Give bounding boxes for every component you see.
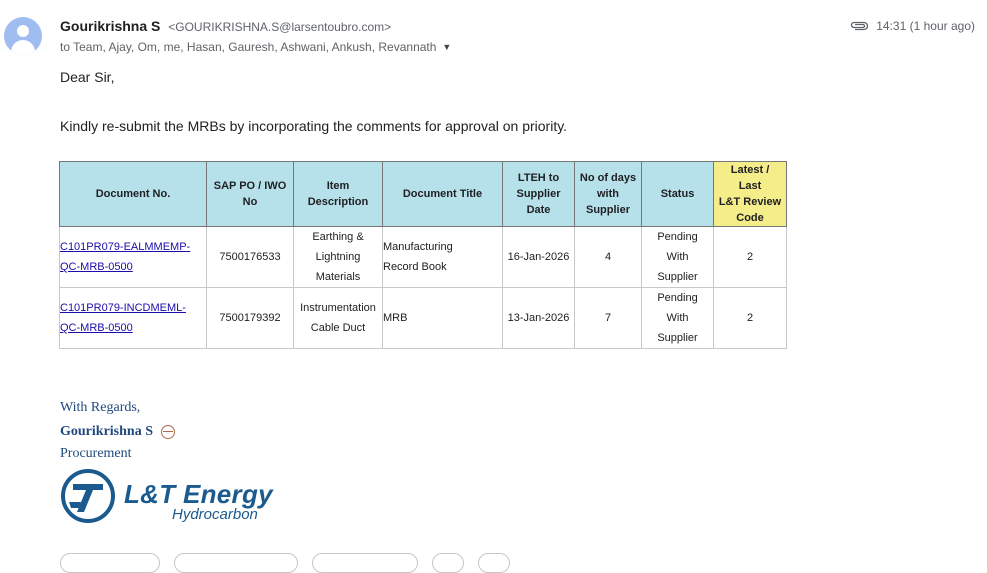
document-link[interactable]: C101PR079-INCDMEML- QC-MRB-0500: [60, 302, 186, 334]
cell-review-code: 2: [713, 287, 787, 349]
logo-wordmark: L&T Energy Hydrocarbon: [124, 468, 273, 523]
cell-status: Pending With Supplier: [641, 287, 714, 349]
table-header-row: Document No. SAP PO / IWO No Item Descript…: [59, 161, 787, 227]
cell-document-title: Manufacturing Record Book: [382, 226, 503, 288]
message-time[interactable]: 14:31 (1 hour ago): [876, 19, 975, 33]
recipients-line: to Team, Ajay, Om, me, Hasan, Gauresh, A…: [60, 40, 451, 54]
cell-status: Pending With Supplier: [641, 226, 714, 288]
greeting: Dear Sir,: [60, 69, 115, 85]
cell-lteh-date: 13-Jan-2026: [502, 287, 575, 349]
emoji-reaction-button[interactable]: [432, 553, 464, 573]
reply-all-button[interactable]: [174, 553, 298, 573]
reply-button[interactable]: [60, 553, 160, 573]
header-sap-po: SAP PO / IWO No: [206, 161, 294, 227]
cell-sap-po: 7500179392: [206, 287, 294, 349]
paperclip-icon: [850, 21, 869, 31]
signature-mark-icon: [160, 425, 175, 439]
cell-days: 4: [574, 226, 642, 288]
avatar-head-shape: [17, 25, 29, 37]
table-row: C101PR079-EALMMEMP- QC-MRB-0500 750017653…: [59, 226, 787, 288]
header-review-code: Latest / Last L&T Review Code: [713, 161, 787, 227]
sender-avatar[interactable]: [4, 17, 42, 55]
avatar-body-shape: [11, 40, 35, 55]
message-text: Kindly re-submit the MRBs by incorporati…: [60, 118, 568, 134]
cell-sap-po: 7500176533: [206, 226, 294, 288]
logo-title: L&T Energy: [124, 479, 273, 509]
cell-item-description: Earthing & Lightning Materials: [293, 226, 383, 288]
signature-role: Procurement: [60, 446, 132, 461]
cell-lteh-date: 16-Jan-2026: [502, 226, 575, 288]
more-actions-button[interactable]: [478, 553, 510, 573]
header-document-no: Document No.: [59, 161, 207, 227]
signature-name: Gourikrishna S: [60, 424, 153, 439]
recipients-text: to Team, Ajay, Om, me, Hasan, Gauresh, A…: [60, 40, 437, 54]
logo-subtitle: Hydrocarbon: [172, 506, 258, 523]
signature-name-line: Gourikrishna S: [60, 424, 175, 440]
forward-button[interactable]: [312, 553, 418, 573]
show-details-caret-icon[interactable]: ▼: [442, 42, 451, 52]
message-meta: 14:31 (1 hour ago): [850, 19, 975, 33]
lt-logo-icon: [61, 469, 115, 523]
header-status: Status: [641, 161, 714, 227]
cell-document-no: C101PR079-INCDMEML- QC-MRB-0500: [59, 287, 207, 349]
header-days-with-supplier: No of days with Supplier: [574, 161, 642, 227]
company-logo: L&T Energy Hydrocarbon: [60, 468, 273, 524]
cell-days: 7: [574, 287, 642, 349]
document-link[interactable]: C101PR079-EALMMEMP- QC-MRB-0500: [60, 241, 190, 273]
sender-email: <GOURIKRISHNA.S@larsentoubro.com>: [168, 20, 392, 34]
cell-item-description: Instrumentation Cable Duct: [293, 287, 383, 349]
table-row: C101PR079-INCDMEML- QC-MRB-0500 750017939…: [59, 287, 787, 349]
header-document-title: Document Title: [382, 161, 503, 227]
cell-review-code: 2: [713, 226, 787, 288]
sender-name[interactable]: Gourikrishna S: [60, 18, 160, 34]
cell-document-no: C101PR079-EALMMEMP- QC-MRB-0500: [59, 226, 207, 288]
signature-regards: With Regards,: [60, 400, 141, 415]
header-lteh-date: LTEH to Supplier Date: [502, 161, 575, 227]
cell-document-title: MRB: [382, 287, 503, 349]
mrb-table: Document No. SAP PO / IWO No Item Descript…: [59, 161, 787, 349]
sender-line: Gourikrishna S <GOURIKRISHNA.S@larsentou…: [60, 18, 391, 34]
header-item-description: Item Description: [293, 161, 383, 227]
